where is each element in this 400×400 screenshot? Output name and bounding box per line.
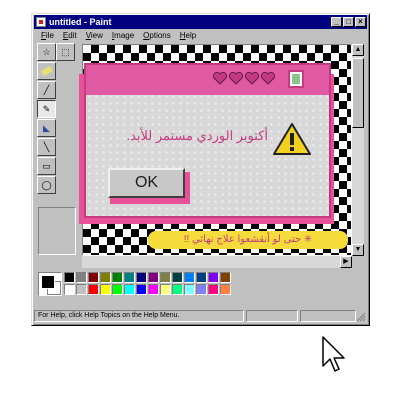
color-swatch[interactable] [172, 284, 183, 295]
scroll-up-arrow[interactable]: ▲ [352, 44, 364, 56]
scroll-right-arrow[interactable]: ▶ [340, 256, 352, 268]
ok-button[interactable]: OK [108, 168, 185, 198]
menu-options[interactable]: Options [143, 31, 171, 40]
menu-view[interactable]: View [86, 31, 103, 40]
menu-file[interactable]: File [41, 31, 54, 40]
scroll-down-arrow[interactable]: ▼ [352, 244, 364, 256]
status-text: For Help, click Help Topics on the Help … [34, 310, 244, 322]
resize-grip-icon[interactable] [356, 312, 366, 322]
color-swatch[interactable] [76, 284, 87, 295]
color-swatch[interactable] [112, 284, 123, 295]
color-swatch[interactable] [64, 284, 75, 295]
pencil-tool[interactable]: ✎ [37, 100, 56, 118]
tool-options-panel[interactable] [38, 207, 76, 255]
color-swatch[interactable] [100, 284, 111, 295]
close-button[interactable]: × [355, 17, 366, 27]
brush-tool[interactable]: ◣ [37, 119, 56, 137]
menu-edit[interactable]: Edit [63, 31, 77, 40]
eraser-tool[interactable] [37, 62, 56, 80]
maximize-button[interactable]: □ [343, 17, 354, 27]
heart-icon [228, 71, 244, 85]
heart-icon [260, 71, 276, 85]
eyedropper-tool[interactable]: ╱ [37, 81, 56, 99]
color-swatch[interactable] [136, 284, 147, 295]
paint-app-icon [36, 17, 46, 27]
color-swatch[interactable] [148, 284, 159, 295]
vertical-scroll-thumb[interactable] [352, 58, 364, 128]
color-swatch[interactable] [184, 284, 195, 295]
color-swatch[interactable] [88, 284, 99, 295]
color-swatch[interactable] [208, 272, 219, 283]
status-coordinates [246, 310, 298, 322]
color-swatch[interactable] [196, 272, 207, 283]
dialog-message: أكتوبر الوردي مستمر للأبد. [126, 128, 268, 143]
free-select-tool[interactable]: ☆ [37, 43, 56, 61]
color-swatch[interactable] [160, 284, 171, 295]
color-swatch[interactable] [112, 272, 123, 283]
menu-help[interactable]: Help [180, 31, 196, 40]
color-swatch[interactable] [184, 272, 195, 283]
color-swatch[interactable] [196, 284, 207, 295]
window-title: untitled - Paint [49, 17, 112, 27]
color-swatch[interactable] [160, 272, 171, 283]
horizontal-scrollbar[interactable] [82, 256, 352, 268]
color-swatch[interactable] [208, 284, 219, 295]
color-swatch[interactable] [148, 272, 159, 283]
minimize-button[interactable]: _ [331, 17, 342, 27]
warning-icon [273, 123, 311, 155]
mouse-pointer-icon [322, 336, 345, 372]
heart-icon [244, 71, 260, 85]
ellipse-tool[interactable]: ◯ [37, 176, 56, 194]
title-bar[interactable]: untitled - Paint _ □ × [34, 15, 367, 29]
color-swatch[interactable] [136, 272, 147, 283]
rect-select-tool[interactable]: ⬚ [56, 43, 75, 61]
color-swatch[interactable] [88, 272, 99, 283]
status-size [300, 310, 356, 322]
heart-icon [212, 71, 228, 85]
dialog-close-box [288, 70, 304, 88]
rectangle-tool[interactable]: ▭ [37, 157, 56, 175]
color-swatch[interactable] [64, 272, 75, 283]
color-swatch[interactable] [172, 272, 183, 283]
menu-image[interactable]: Image [112, 31, 134, 40]
color-swatch[interactable] [100, 272, 111, 283]
color-swatch[interactable] [76, 272, 87, 283]
status-bar: For Help, click Help Topics on the Help … [34, 309, 367, 323]
message-banner: ✳ حتى لو أنقشعوا علاج نهائي !! [148, 231, 348, 249]
color-swatch[interactable] [220, 284, 231, 295]
color-swatch[interactable] [220, 272, 231, 283]
color-swatch[interactable] [124, 272, 135, 283]
color-swatch[interactable] [124, 284, 135, 295]
foreground-color-swatch[interactable] [41, 275, 55, 289]
menu-bar: File Edit View Image Options Help [34, 29, 196, 42]
line-tool[interactable]: ╲ [37, 138, 56, 156]
